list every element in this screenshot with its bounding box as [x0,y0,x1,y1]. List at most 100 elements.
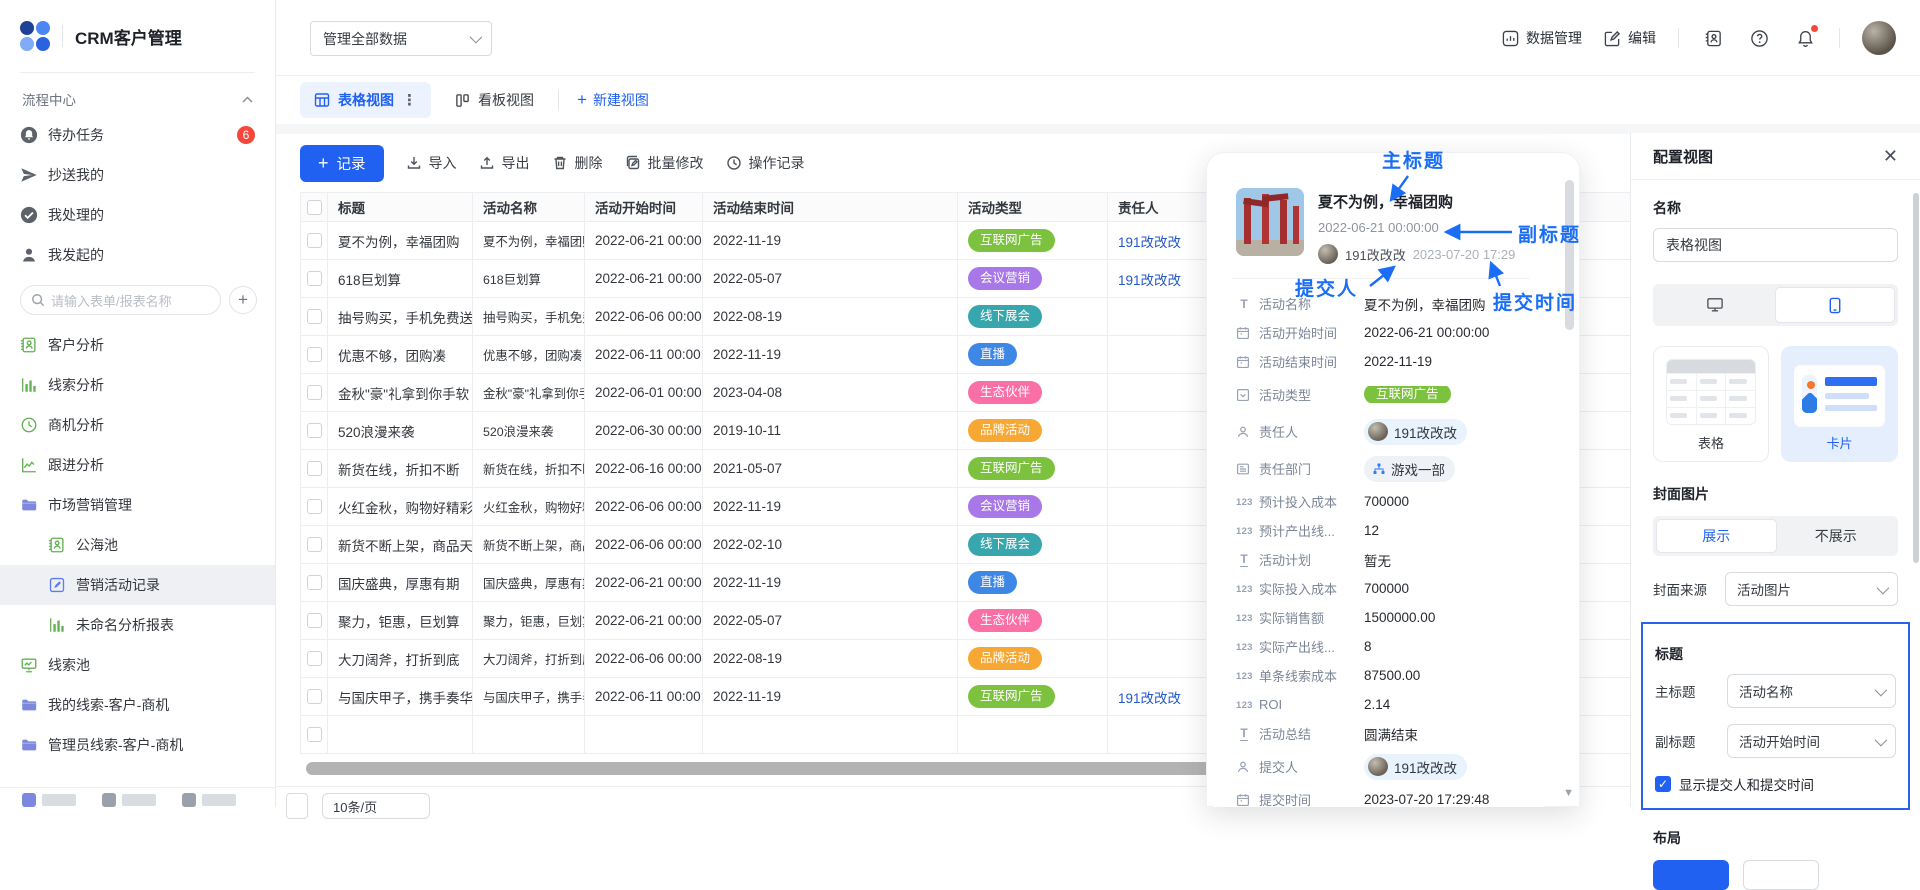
column-header[interactable]: 活动结束时间 [703,192,958,222]
new-record-button[interactable]: + 记录 [300,145,384,182]
sidebar-menu-item-7[interactable]: 未命名分析报表 [0,605,275,645]
number-field-icon: 123 [1236,583,1252,595]
sidebar-menu-item-0[interactable]: 客户分析 [0,325,275,365]
bottom-icon-1[interactable] [22,793,36,807]
view-type-card-card[interactable]: 卡片 [1781,346,1898,462]
view-type-table-label: 表格 [1654,433,1768,452]
help-icon[interactable] [1747,26,1771,50]
cell-type: 互联网广告 [958,450,1108,488]
select-all-checkbox[interactable] [307,200,322,215]
sidebar-menu-item-10[interactable]: 管理员线索-客户-商机 [0,725,275,765]
data-manage-button[interactable]: 数据管理 [1502,28,1582,48]
delete-button[interactable]: 删除 [552,153,603,173]
user-pill[interactable]: 191改改改 [1364,419,1467,445]
sidebar-process-list: 待办任务 6 抄送我的 我处理的 我发起的 [0,115,275,275]
owner-link[interactable]: 191改改改 [1118,231,1181,251]
column-header[interactable]: 活动类型 [958,192,1108,222]
row-checkbox[interactable] [307,233,322,248]
cover-show-button[interactable]: 展示 [1656,519,1777,553]
cover-hide-button[interactable]: 不展示 [1777,519,1896,553]
row-checkbox[interactable] [307,613,322,628]
column-header[interactable]: 活动名称 [473,192,585,222]
page-size-select[interactable]: 10条/页 [322,793,430,819]
bottom-icon-3[interactable] [182,793,196,807]
sidebar-menu-item-2[interactable]: 商机分析 [0,405,275,445]
dept-pill[interactable]: 游戏一部 [1364,456,1455,482]
sidebar-menu-item-6[interactable]: 营销活动记录 [0,565,275,605]
user-avatar[interactable] [1862,21,1896,55]
sidebar-item-2[interactable]: 我处理的 [0,195,275,235]
add-form-button[interactable]: + [229,286,257,314]
cover-toggle: 展示 不展示 [1653,516,1898,556]
import-button[interactable]: 导入 [406,153,457,173]
row-checkbox[interactable] [307,575,322,590]
sidebar-section-process-center[interactable]: 流程中心 [0,73,275,115]
page-button[interactable] [286,793,308,819]
bellc-icon [20,126,38,144]
cell-name: 大刀阔斧，打折到底 [473,640,585,678]
row-checkbox[interactable] [307,309,322,324]
row-checkbox[interactable] [307,499,322,514]
row-checkbox[interactable] [307,461,322,476]
sidebar-item-3[interactable]: 我发起的 [0,235,275,275]
subtitle-select[interactable]: 活动开始时间 [1727,724,1896,758]
tab-more-icon[interactable]: ⋮ [402,91,417,109]
export-button[interactable]: 导出 [479,153,530,173]
device-mobile-button[interactable] [1775,287,1896,323]
show-submitter-checkbox[interactable]: ✓ [1655,776,1671,792]
column-header[interactable]: 标题 [328,192,473,222]
view-type-table-card[interactable]: 表格 [1653,346,1769,462]
sidebar-menu-item-8[interactable]: 线索池 [0,645,275,685]
row-checkbox[interactable] [307,689,322,704]
edit-button[interactable]: 编辑 [1604,28,1656,48]
user-pill[interactable]: 191改改改 [1364,754,1467,780]
checkc-icon [20,206,38,224]
row-checkbox[interactable] [307,727,322,742]
notifications-bell-icon[interactable] [1793,26,1817,50]
row-checkbox[interactable] [307,385,322,400]
cell-type: 直播 [958,336,1108,374]
device-desktop-button[interactable] [1656,287,1775,323]
tab-table-view[interactable]: 表格视图 ⋮ [300,82,431,118]
owner-link[interactable]: 191改改改 [1118,687,1181,707]
cell-end: 2022-11-19 [703,678,958,716]
sidebar-item-0[interactable]: 待办任务 6 [0,115,275,155]
contacts-icon[interactable] [1701,26,1725,50]
sidebar-menu-item-1[interactable]: 线索分析 [0,365,275,405]
row-checkbox[interactable] [307,271,322,286]
close-icon[interactable]: ✕ [1883,146,1898,167]
config-scrollbar[interactable] [1913,193,1919,563]
row-checkbox[interactable] [307,347,322,362]
operation-log-button[interactable]: 操作记录 [726,153,805,173]
row-checkbox[interactable] [307,423,322,438]
sidebar-menu-item-3[interactable]: 跟进分析 [0,445,275,485]
new-view-button[interactable]: + 新建视图 [577,90,649,110]
sidebar-menu-item-4[interactable]: 市场营销管理 [0,485,275,525]
cover-source-select[interactable]: 活动图片 [1725,572,1898,606]
tab-kanban-view[interactable]: 看板视图 [441,82,548,118]
column-header[interactable]: 活动开始时间 [585,192,703,222]
layout-option-secondary-button[interactable] [1743,860,1819,890]
view-name-input[interactable]: 表格视图 [1653,228,1898,262]
row-checkbox[interactable] [307,651,322,666]
sidebar-search-input[interactable]: 请输入表单/报表名称 [20,285,221,315]
layout-label: 布局 [1653,828,1898,848]
sidebar-menu-item-9[interactable]: 我的线索-客户-商机 [0,685,275,725]
sidebar-menu-item-5[interactable]: 公海池 [0,525,275,565]
cell-start: 2022-06-01 00:00:00 [585,374,703,412]
batch-edit-icon [625,155,641,171]
sidebar-item-1[interactable]: 抄送我的 [0,155,275,195]
trash-icon [552,155,568,171]
owner-link[interactable]: 191改改改 [1118,269,1181,289]
main-title-select[interactable]: 活动名称 [1727,674,1896,708]
data-scope-select[interactable]: 管理全部数据 [310,21,492,56]
annotation-arrows [1200,140,1590,340]
card-preview-overlay: 夏不为例，幸福团购 2022-06-21 00:00:00 191改改改 202… [1200,140,1590,807]
row-checkbox[interactable] [307,537,322,552]
batch-edit-button[interactable]: 批量修改 [625,153,704,173]
card-field-row: 123实际产出线... 8 [1236,632,1530,661]
card-field-row: 活动结束时间 2022-11-19 [1236,347,1530,376]
scroll-down-arrow-icon[interactable]: ▼ [1563,787,1574,799]
bottom-icon-2[interactable] [102,793,116,807]
layout-option-primary-button[interactable] [1653,860,1729,890]
